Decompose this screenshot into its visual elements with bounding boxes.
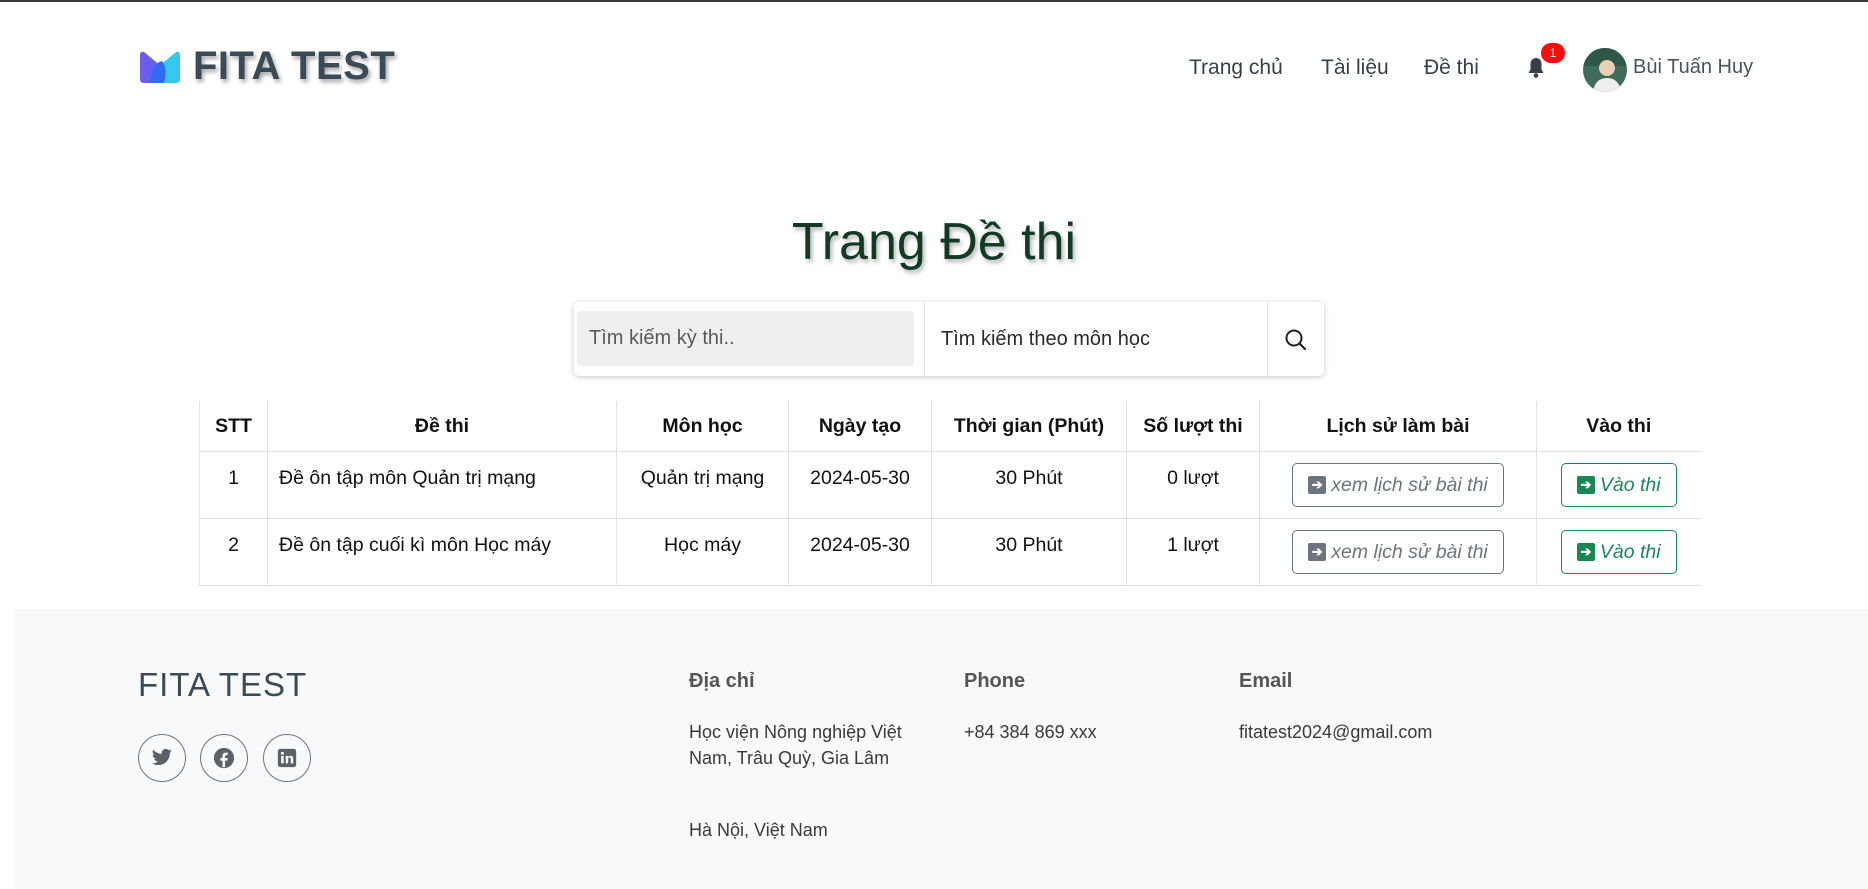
linkedin-icon — [277, 748, 297, 768]
table-header-row: STT Đề thi Môn học Ngày tạo Thời gian (P… — [199, 401, 1701, 452]
cell-duration: 30 Phút — [931, 451, 1127, 519]
column-header: Lịch sử làm bài — [1259, 401, 1537, 452]
column-header: Vào thi — [1536, 401, 1701, 452]
subject-search-field[interactable]: Tìm kiếm theo môn học — [924, 302, 1268, 376]
view-history-label: xem lịch sử bài thi — [1331, 473, 1488, 496]
facebook-link[interactable] — [200, 734, 248, 782]
enter-exam-label: Vào thi — [1599, 473, 1661, 496]
column-header: Thời gian (Phút) — [931, 401, 1127, 452]
address-line-2: Nam, Trâu Quỳ, Gia Lâm — [689, 748, 890, 768]
column-header: Môn học — [616, 401, 789, 452]
cell-subject: Học máy — [616, 518, 789, 586]
arrow-right-icon: ➔ — [1308, 543, 1327, 561]
cell-duration: 30 Phút — [931, 518, 1127, 586]
nav-documents[interactable]: Tài liệu — [1321, 56, 1389, 80]
cell-stt: 1 — [199, 451, 268, 519]
column-header: STT — [199, 401, 268, 452]
address-line-3: Hà Nội, Việt Nam — [689, 820, 828, 840]
cell-created-date: 2024-05-30 — [788, 451, 932, 519]
address-title: Địa chỉ — [689, 670, 755, 692]
view-history-label: xem lịch sử bài thi — [1331, 540, 1488, 563]
address-line-1: Học viện Nông nghiệp Việt — [689, 722, 902, 742]
page-title: Trang Đề thi — [791, 213, 1077, 271]
cell-subject: Quản trị mạng — [616, 451, 789, 519]
email-title: Email — [1239, 670, 1293, 692]
cell-stt: 2 — [199, 518, 268, 586]
brand-name: FITA TEST — [193, 44, 396, 88]
email-address: fitatest2024@gmail.com — [1239, 722, 1433, 742]
enter-exam-label: Vào thi — [1599, 540, 1661, 563]
cell-history: ➔ xem lịch sử bài thi — [1259, 451, 1537, 519]
cell-history: ➔ xem lịch sử bài thi — [1259, 518, 1537, 586]
search-icon[interactable] — [1280, 324, 1312, 356]
enter-exam-button[interactable]: ➔ Vào thi — [1560, 463, 1677, 507]
phone-number: +84 384 869 xxx — [964, 722, 1097, 742]
nav-exams[interactable]: Đề thi — [1424, 56, 1479, 80]
facebook-icon — [213, 747, 235, 769]
nav-home[interactable]: Trang chủ — [1189, 56, 1283, 80]
arrow-right-icon: ➔ — [1576, 543, 1595, 561]
view-history-button[interactable]: ➔ xem lịch sử bài thi — [1292, 530, 1504, 574]
user-name[interactable]: Bùi Tuấn Huy — [1633, 56, 1753, 79]
logo[interactable]: FITA TEST — [138, 44, 395, 89]
notification-badge: 1 — [1541, 43, 1565, 63]
avatar[interactable] — [1583, 48, 1627, 92]
exam-table: STT Đề thi Môn học Ngày tạo Thời gian (P… — [199, 401, 1701, 586]
twitter-icon — [151, 748, 173, 766]
cell-created-date: 2024-05-30 — [788, 518, 932, 586]
column-header: Số lượt thi — [1126, 401, 1260, 452]
logo-icon — [140, 51, 180, 83]
twitter-link[interactable] — [138, 734, 186, 782]
cell-enter: ➔ Vào thi — [1536, 451, 1701, 519]
enter-exam-button[interactable]: ➔ Vào thi — [1560, 530, 1677, 574]
view-history-button[interactable]: ➔ xem lịch sử bài thi — [1292, 463, 1504, 507]
cell-attempts: 1 lượt — [1126, 518, 1260, 586]
cell-enter: ➔ Vào thi — [1536, 518, 1701, 586]
table-row: 2 Đề ôn tập cuối kì môn Học máy Học máy … — [199, 518, 1701, 586]
search-input[interactable] — [577, 311, 914, 366]
linkedin-link[interactable] — [263, 734, 311, 782]
footer-brand: FITA TEST — [138, 666, 308, 703]
top-border — [0, 0, 1868, 2]
arrow-right-icon: ➔ — [1576, 476, 1595, 494]
column-header: Ngày tạo — [788, 401, 932, 452]
cell-exam-name: Đề ôn tập môn Quản trị mạng — [267, 451, 617, 519]
cell-attempts: 0 lượt — [1126, 451, 1260, 519]
column-header: Đề thi — [267, 401, 617, 452]
phone-title: Phone — [964, 670, 1026, 692]
cell-exam-name: Đề ôn tập cuối kì môn Học máy — [267, 518, 617, 586]
arrow-right-icon: ➔ — [1308, 476, 1327, 494]
table-row: 1 Đề ôn tập môn Quản trị mạng Quản trị m… — [199, 451, 1701, 519]
